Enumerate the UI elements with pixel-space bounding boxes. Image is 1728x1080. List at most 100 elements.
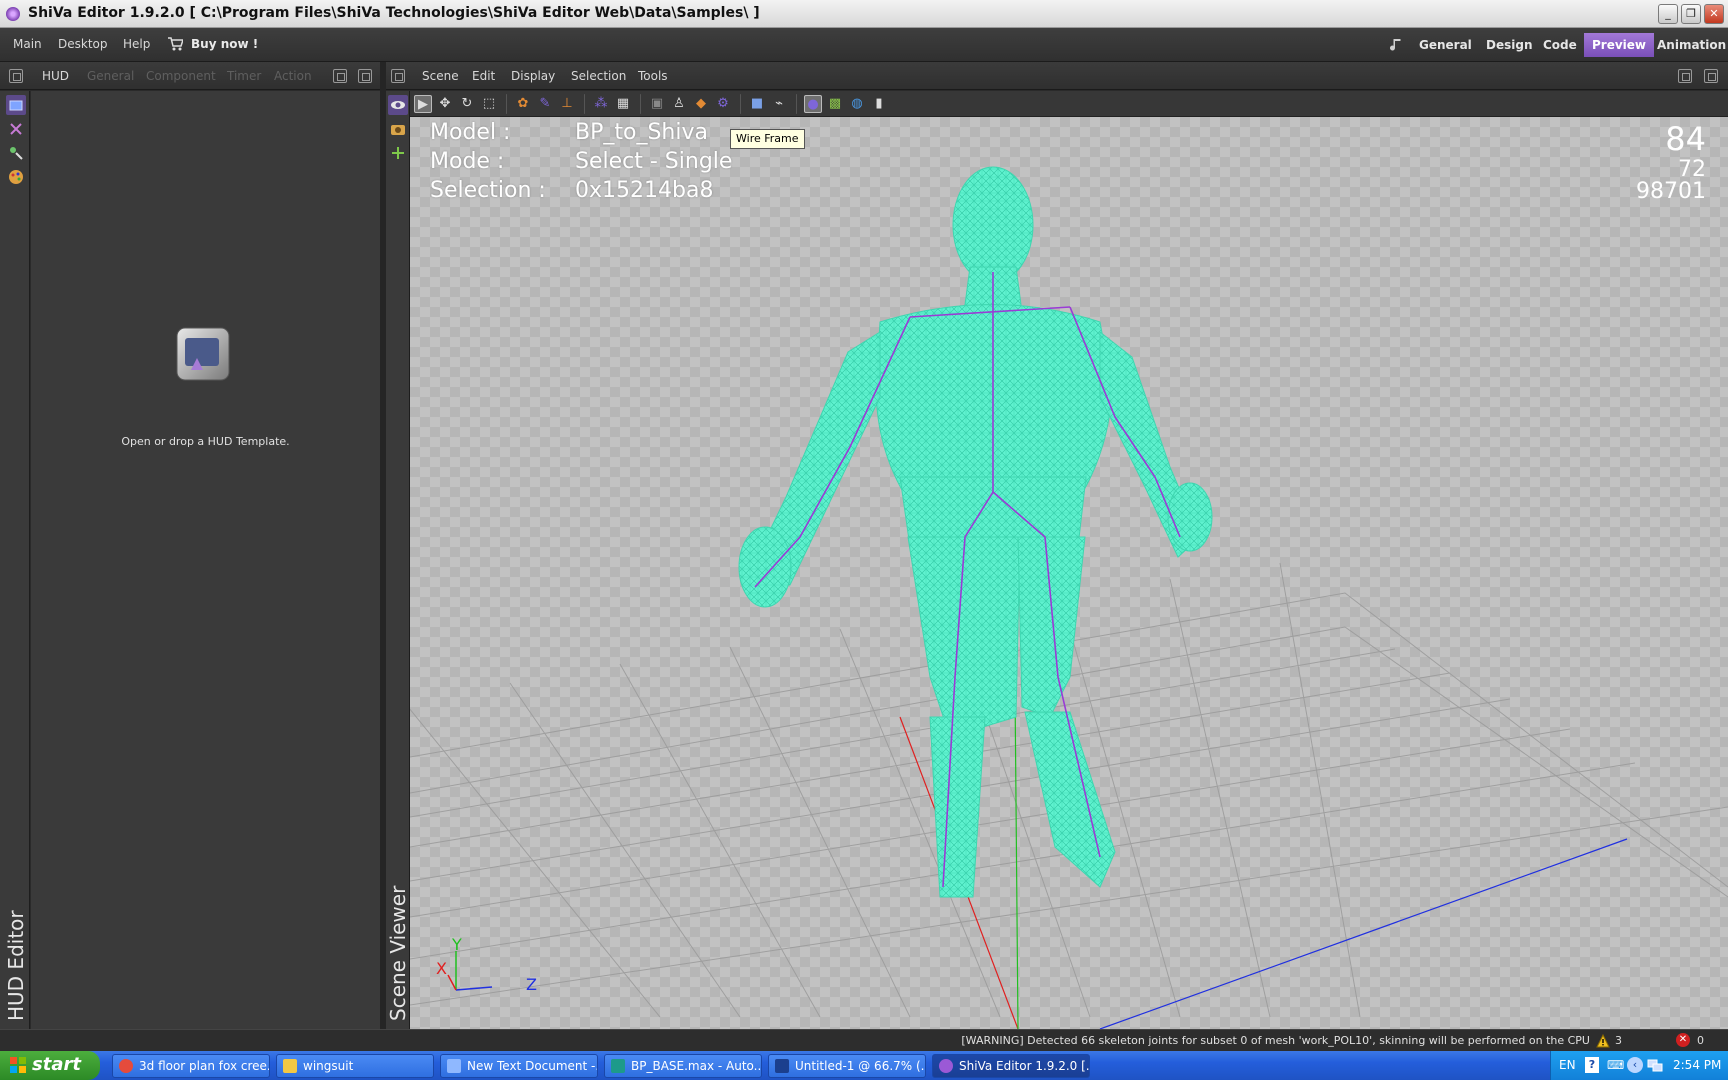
taskbar-item-label: BP_BASE.max - Auto... [631, 1059, 762, 1073]
scene-viewport[interactable]: Model : BP_to_Shiva Mode : Select - Sing… [410, 117, 1728, 1029]
music-note-icon[interactable] [1390, 37, 1404, 53]
paint-icon[interactable]: ✿ [514, 95, 532, 113]
brush-icon[interactable]: ✎ [536, 95, 554, 113]
menu-bar: Main Desktop Help Buy now ! General Desi… [0, 28, 1728, 62]
mode-code[interactable]: Code [1535, 33, 1585, 57]
scene-maximize-icon[interactable] [1704, 69, 1718, 83]
toolbar-separator [506, 94, 507, 114]
title-bar: ShiVa Editor 1.9.2.0 [ C:\Program Files\… [0, 0, 1728, 28]
tab-hud[interactable]: HUD [42, 69, 69, 83]
scene-render [410, 166, 1728, 1029]
panel-float-icon[interactable] [333, 69, 347, 83]
model-value: BP_to_Shiva [575, 120, 708, 145]
notepad-icon [447, 1059, 461, 1073]
mode-design[interactable]: Design [1478, 33, 1541, 57]
mode-label: Mode : [430, 149, 505, 174]
scene-menu-selection[interactable]: Selection [571, 69, 626, 83]
help-icon[interactable]: ? [1585, 1057, 1599, 1073]
grid-icon[interactable]: ▩ [826, 95, 844, 113]
tab-action[interactable]: Action [274, 69, 312, 83]
menu-help[interactable]: Help [123, 37, 150, 51]
camera-view-icon[interactable]: ⌁ [770, 95, 788, 113]
objects-icon[interactable]: ♙ [670, 95, 688, 113]
scene-panel-header: Scene Edit Display Selection Tools [386, 62, 1728, 90]
tab-timer[interactable]: Timer [227, 69, 261, 83]
panel-layout-icon[interactable] [9, 69, 23, 83]
hud-tool-move-icon[interactable] [6, 119, 26, 139]
rotate-icon[interactable]: ↻ [458, 95, 476, 113]
panel-maximize-icon[interactable] [358, 69, 372, 83]
language-indicator[interactable]: EN [1559, 1058, 1576, 1072]
scene-viewer-label: Scene Viewer [386, 885, 410, 1021]
eye-icon[interactable] [388, 95, 408, 115]
minimize-button[interactable]: _ [1658, 4, 1678, 24]
system-tray: EN ? ⌨ ‹ 2:54 PM [1550, 1051, 1728, 1080]
buy-now-button[interactable]: Buy now ! [191, 37, 258, 51]
keyboard-icon[interactable]: ⌨ [1607, 1057, 1624, 1073]
taskbar-item[interactable]: 3d floor plan fox cree... [112, 1054, 270, 1078]
taskbar-item[interactable]: New Text Document -... [440, 1054, 598, 1078]
warnings-count: 3 [1615, 1034, 1622, 1047]
globe-icon[interactable]: ◍ [848, 95, 866, 113]
hud-tool-palette-icon[interactable] [6, 167, 26, 187]
scene-menu-scene[interactable]: Scene [422, 69, 459, 83]
model-label: Model : [430, 120, 511, 145]
add-icon[interactable] [388, 143, 408, 163]
select-arrow-icon[interactable]: ▶ [414, 95, 432, 113]
restore-button[interactable]: ❐ [1681, 4, 1701, 24]
taskbar: start 3d floor plan fox cree... wingsuit… [0, 1051, 1728, 1080]
toolbar-separator [640, 94, 641, 114]
scene-menu-tools[interactable]: Tools [638, 69, 668, 83]
scene-toolbar: ▶ ✥ ↻ ⬚ ✿ ✎ ⊥ ⁂ ▦ ▣ ♙ ◆ ⚙ ■ ⌁ ● ▩ ◍ ▮ [410, 91, 1728, 117]
expand-tray-icon[interactable]: ‹ [1627, 1057, 1643, 1073]
tab-component[interactable]: Component [146, 69, 216, 83]
gizmo-icon[interactable]: ⊥ [558, 95, 576, 113]
wireframe-sphere-icon[interactable]: ● [804, 95, 822, 113]
scene-menu-display[interactable]: Display [511, 69, 555, 83]
group-icon[interactable]: ▦ [614, 95, 632, 113]
tab-general[interactable]: General [87, 69, 134, 83]
mode-value: Select - Single [575, 149, 733, 174]
hud-empty-message: Open or drop a HUD Template. [121, 435, 290, 448]
taskbar-item[interactable]: ShiVa Editor 1.9.2.0 [... [932, 1054, 1090, 1078]
hierarchy-icon[interactable]: ⁂ [592, 95, 610, 113]
taskbar-item[interactable]: BP_BASE.max - Auto... [604, 1054, 762, 1078]
scene-sidebar: Scene Viewer [386, 91, 410, 1029]
errors-count: 0 [1697, 1034, 1704, 1047]
menu-desktop[interactable]: Desktop [58, 37, 108, 51]
taskbar-item-label: ShiVa Editor 1.9.2.0 [... [959, 1059, 1090, 1073]
error-icon[interactable]: ✕ [1676, 1033, 1690, 1047]
shiva-icon [939, 1059, 953, 1073]
taskbar-item[interactable]: wingsuit [276, 1054, 434, 1078]
shapes-icon[interactable]: ◆ [692, 95, 710, 113]
mode-general[interactable]: General [1411, 33, 1480, 57]
mode-animation[interactable]: Animation [1649, 33, 1728, 57]
cube-icon[interactable]: ■ [748, 95, 766, 113]
hud-template-icon [173, 324, 233, 384]
mode-preview[interactable]: Preview [1584, 33, 1655, 57]
hud-content-area[interactable]: Open or drop a HUD Template. [31, 91, 380, 1029]
network-icon[interactable] [1647, 1057, 1663, 1073]
scene-layout-icon[interactable] [391, 69, 405, 83]
scene-float-icon[interactable] [1678, 69, 1692, 83]
stat-line-3: 98701 [1636, 179, 1706, 204]
start-button[interactable]: start [0, 1051, 100, 1080]
wireframe-character [738, 166, 1213, 898]
hud-tool-pointer-icon[interactable] [6, 143, 26, 163]
settings-gear-icon[interactable]: ⚙ [714, 95, 732, 113]
taskbar-item[interactable]: Untitled-1 @ 66.7% (... [768, 1054, 926, 1078]
close-button[interactable]: ✕ [1704, 4, 1724, 24]
hud-tool-select-icon[interactable] [6, 95, 26, 115]
hud-panel-header: HUD General Component Timer Action [0, 62, 380, 90]
scene-menu-edit[interactable]: Edit [472, 69, 495, 83]
menu-main[interactable]: Main [13, 37, 42, 51]
ruler-icon[interactable]: ▮ [870, 95, 888, 113]
folder-icon [283, 1059, 297, 1073]
move-icon[interactable]: ✥ [436, 95, 454, 113]
grid-layout-icon[interactable]: ▣ [648, 95, 666, 113]
status-bar: [WARNING] Detected 66 skeleton joints fo… [0, 1029, 1728, 1051]
scale-icon[interactable]: ⬚ [480, 95, 498, 113]
camera-icon[interactable] [388, 119, 408, 139]
warning-icon[interactable] [1596, 1033, 1610, 1048]
taskbar-item-label: Untitled-1 @ 66.7% (... [795, 1059, 926, 1073]
